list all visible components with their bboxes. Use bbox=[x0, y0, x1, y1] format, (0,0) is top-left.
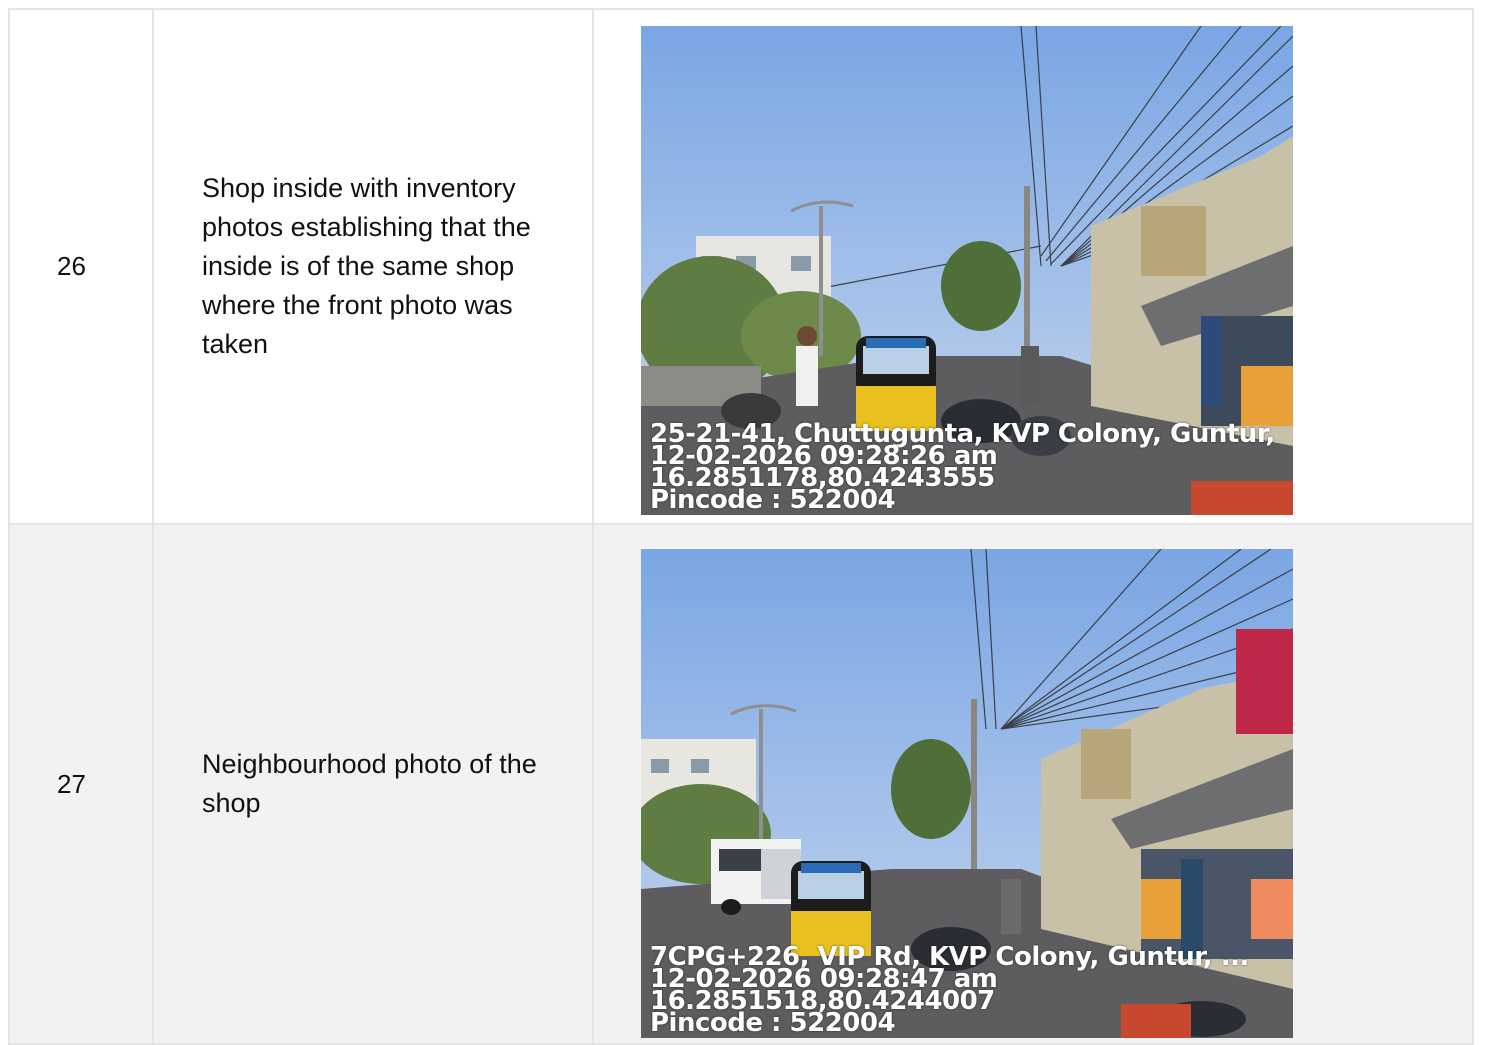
photo-cell: 7CPG+226, VIP Rd, KVP Colony, Guntur, ..… bbox=[592, 523, 1474, 1045]
row-description: Shop inside with inventory photos establ… bbox=[152, 8, 594, 525]
table-row: 27 Neighbourhood photo of the shop 7CPG+… bbox=[8, 523, 1474, 1045]
photo-stamp: 25-21-41, Chuttugunta, KVP Colony, Guntu… bbox=[650, 421, 1275, 513]
document-table: 26 Shop inside with inventory photos est… bbox=[8, 8, 1474, 1045]
photo-stamp: 7CPG+226, VIP Rd, KVP Colony, Guntur, ..… bbox=[650, 944, 1249, 1036]
street-photo: 25-21-41, Chuttugunta, KVP Colony, Guntu… bbox=[641, 26, 1293, 515]
photo-cell: 25-21-41, Chuttugunta, KVP Colony, Guntu… bbox=[592, 8, 1474, 525]
street-photo: 7CPG+226, VIP Rd, KVP Colony, Guntur, ..… bbox=[641, 548, 1293, 1038]
row-number: 26 bbox=[8, 8, 154, 525]
row-number: 27 bbox=[8, 523, 154, 1045]
row-description: Neighbourhood photo of the shop bbox=[152, 523, 594, 1045]
table-row: 26 Shop inside with inventory photos est… bbox=[8, 8, 1474, 525]
